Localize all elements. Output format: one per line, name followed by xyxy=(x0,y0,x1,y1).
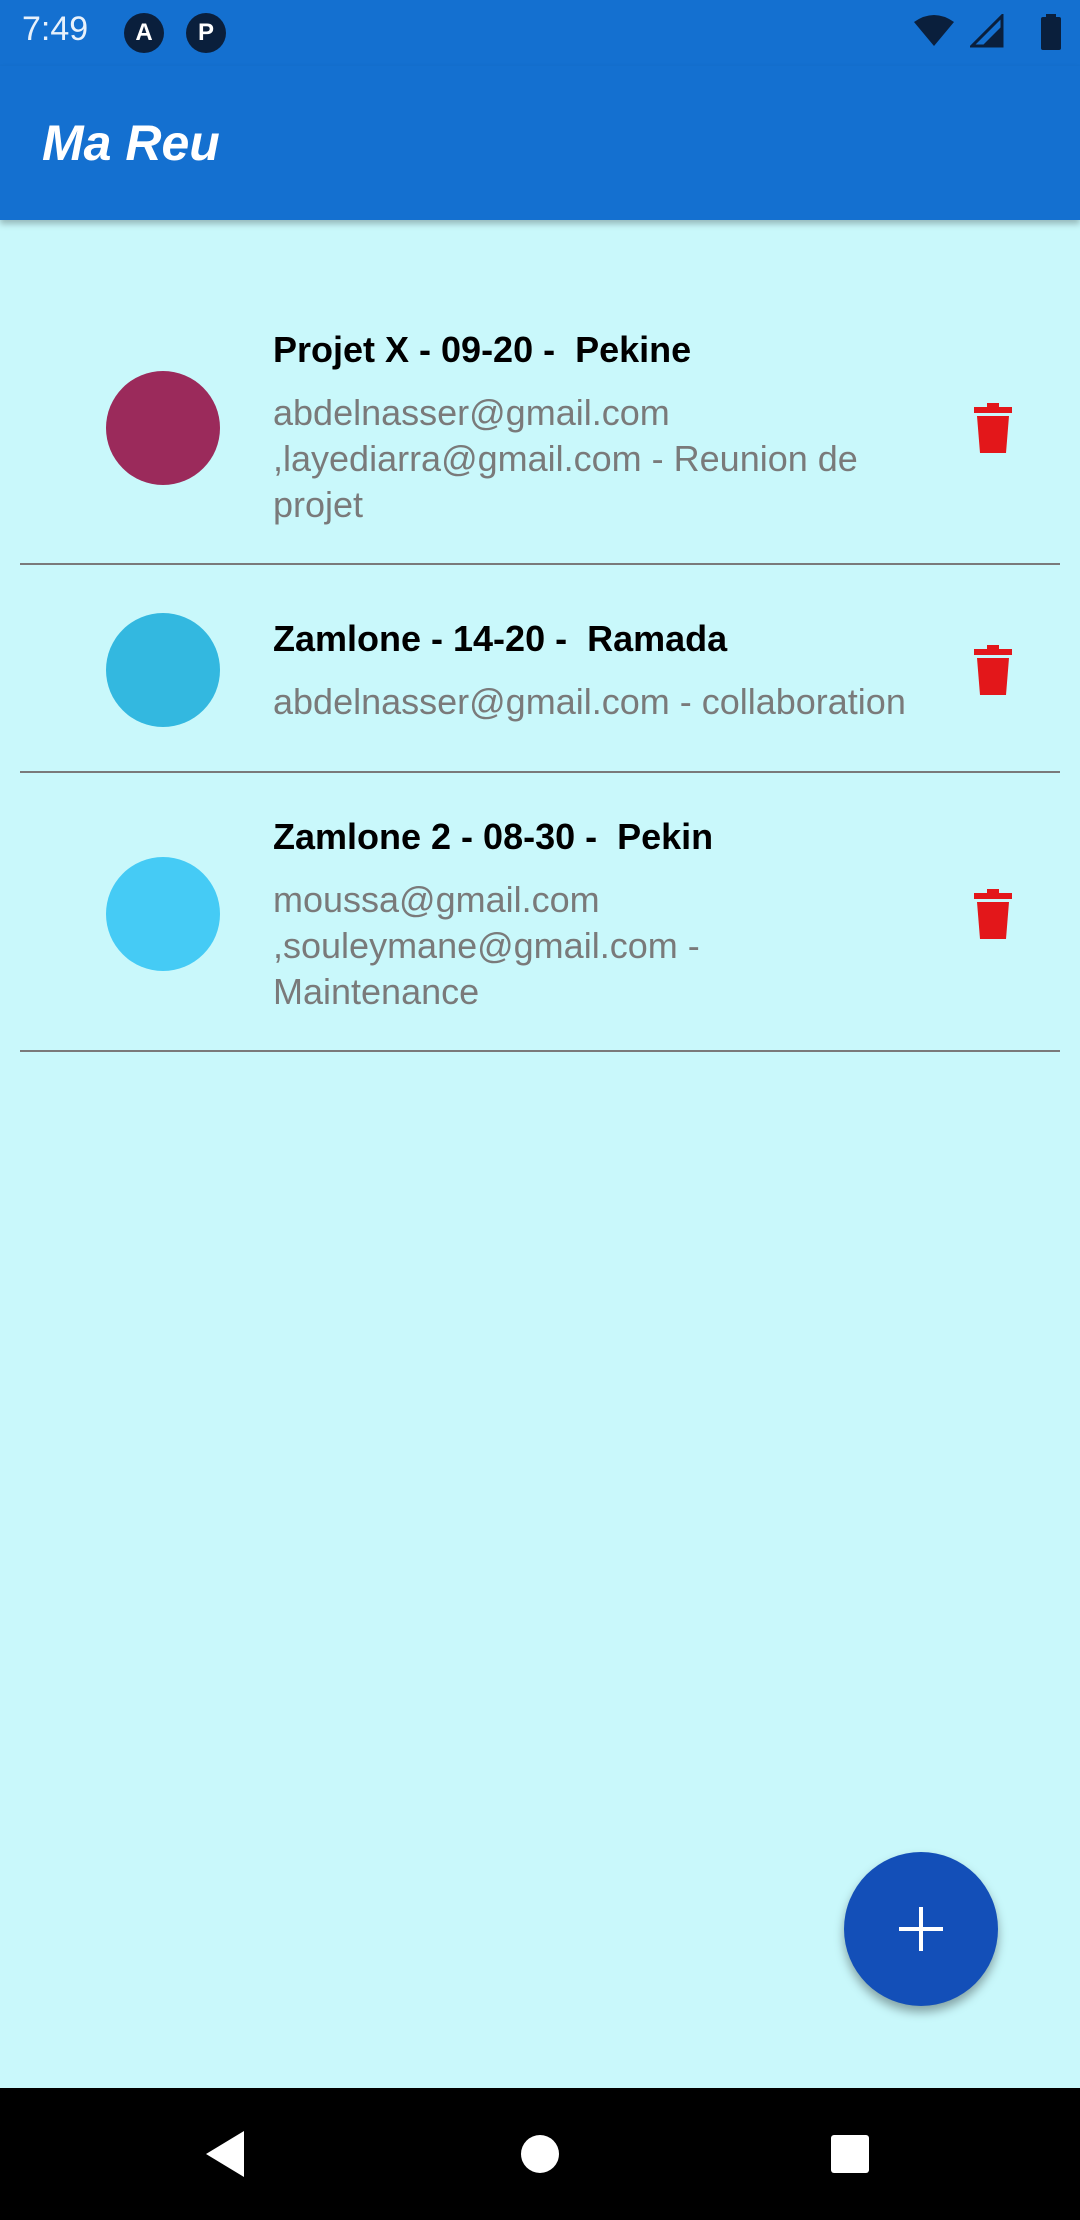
meeting-description: moussa@gmail.com ,souleymane@gmail.com -… xyxy=(273,879,700,1012)
meeting-title: Projet X - 09-20 - Pekine xyxy=(273,329,692,370)
meeting-item[interactable]: Zamlone - 14-20 - Ramada abdelnasser@gma… xyxy=(0,565,1080,772)
meeting-color-avatar xyxy=(106,857,220,971)
meeting-text: Zamlone 2 - 08-30 - Pekin moussa@gmail.c… xyxy=(273,815,963,1015)
meeting-description: abdelnasser@gmail.com - collaboration xyxy=(273,681,906,722)
trash-icon xyxy=(974,889,1012,939)
trash-icon xyxy=(974,645,1012,695)
meeting-text: Projet X - 09-20 - Pekine abdelnasser@gm… xyxy=(273,328,963,528)
wifi-icon xyxy=(914,15,954,46)
recents-button[interactable] xyxy=(810,2114,890,2194)
meeting-item[interactable]: Zamlone 2 - 08-30 - Pekin moussa@gmail.c… xyxy=(0,773,1080,1050)
trash-icon xyxy=(974,403,1012,453)
meeting-description: abdelnasser@gmail.com ,layediarra@gmail.… xyxy=(273,392,858,525)
add-meeting-button[interactable] xyxy=(844,1852,998,2006)
meeting-text: Zamlone - 14-20 - Ramada abdelnasser@gma… xyxy=(273,617,993,725)
notification-app-icon: P xyxy=(186,13,226,53)
signal-icon xyxy=(970,14,1004,48)
meeting-color-avatar xyxy=(106,613,220,727)
notification-app-icon: A xyxy=(124,13,164,53)
back-button[interactable] xyxy=(186,2114,266,2194)
meeting-title: Zamlone - 14-20 - Ramada xyxy=(273,618,728,659)
back-icon xyxy=(206,2131,244,2177)
plus-icon xyxy=(899,1907,943,1951)
app-title: Ma Reu xyxy=(42,115,220,171)
meeting-item[interactable]: Projet X - 09-20 - Pekine abdelnasser@gm… xyxy=(0,220,1080,565)
status-bar: 7:49 A P xyxy=(0,0,1080,66)
battery-icon xyxy=(1041,14,1061,50)
meeting-title: Zamlone 2 - 08-30 - Pekin xyxy=(273,816,714,857)
status-time: 7:49 xyxy=(22,10,89,48)
home-button[interactable] xyxy=(500,2114,580,2194)
navigation-bar xyxy=(0,2088,1080,2220)
app-bar: Ma Reu xyxy=(0,66,1080,220)
delete-button[interactable] xyxy=(970,400,1016,456)
delete-button[interactable] xyxy=(970,886,1016,942)
recents-icon xyxy=(831,2135,869,2173)
meeting-color-avatar xyxy=(106,371,220,485)
divider xyxy=(20,1050,1060,1052)
home-icon xyxy=(521,2135,559,2173)
delete-button[interactable] xyxy=(970,642,1016,698)
